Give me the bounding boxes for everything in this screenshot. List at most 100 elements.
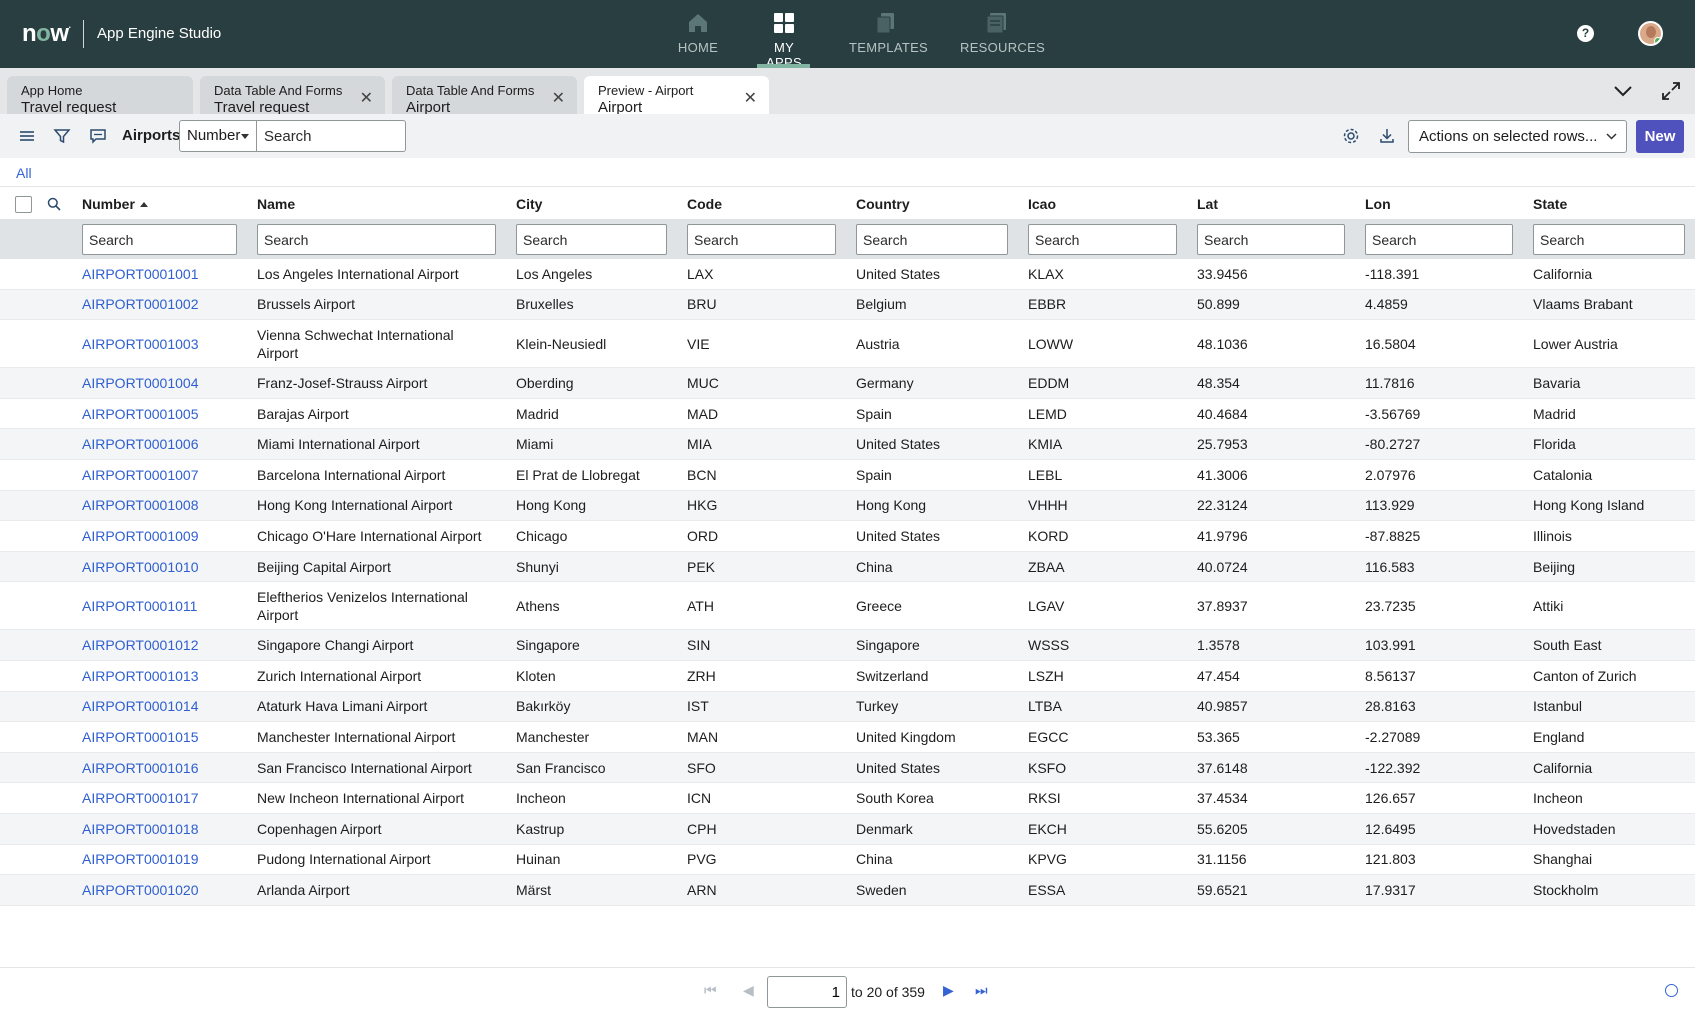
cell-state: Istanbul — [1533, 698, 1583, 715]
table-row[interactable]: AIRPORT0001012 Singapore Changi Airport Si… — [0, 630, 1695, 661]
record-link[interactable]: AIRPORT0001020 — [82, 875, 242, 905]
record-link[interactable]: AIRPORT0001004 — [82, 368, 242, 398]
column-header-state[interactable]: State — [1533, 196, 1567, 212]
table-header: Number Name City Code Country Icao Lat L… — [0, 186, 1695, 219]
download-icon[interactable] — [1377, 126, 1397, 146]
record-link[interactable]: AIRPORT0001005 — [82, 399, 242, 429]
table-row[interactable]: AIRPORT0001006 Miami International Airpor… — [0, 429, 1695, 460]
record-link[interactable]: AIRPORT0001013 — [82, 661, 242, 691]
table-row[interactable]: AIRPORT0001017 New Incheon International … — [0, 783, 1695, 814]
close-icon[interactable]: ✕ — [360, 88, 373, 108]
hamburger-menu-icon[interactable] — [17, 126, 37, 146]
list-search-input[interactable] — [257, 120, 406, 152]
table-row[interactable]: AIRPORT0001004 Franz-Josef-Strauss Airpor… — [0, 368, 1695, 399]
number-filter-input[interactable] — [82, 224, 237, 255]
table-row[interactable]: AIRPORT0001013 Zurich International Airpo… — [0, 661, 1695, 692]
tab-preview-airport[interactable]: Preview - Airport Airport ✕ — [584, 76, 769, 116]
nav-home[interactable]: HOME — [677, 12, 719, 55]
record-link[interactable]: AIRPORT0001011 — [82, 582, 242, 629]
table-row[interactable]: AIRPORT0001008 Hong Kong International Ai… — [0, 490, 1695, 522]
column-header-code[interactable]: Code — [687, 196, 722, 212]
table-row[interactable]: AIRPORT0001002 Brussels Airport Bruxelles B… — [0, 289, 1695, 321]
record-link[interactable]: AIRPORT0001018 — [82, 814, 242, 844]
nav-my-apps[interactable]: MY APPS — [756, 12, 812, 70]
table-row[interactable]: AIRPORT0001015 Manchester International A… — [0, 722, 1695, 753]
record-link[interactable]: AIRPORT0001015 — [82, 722, 242, 752]
breadcrumb[interactable]: All — [16, 165, 32, 181]
select-all-checkbox[interactable] — [15, 196, 32, 213]
column-header-icao[interactable]: Icao — [1028, 196, 1056, 212]
lon-filter-input[interactable] — [1365, 224, 1513, 255]
cell-code: PEK — [687, 558, 716, 575]
close-icon[interactable]: ✕ — [552, 88, 565, 108]
cell-city: Singapore — [516, 637, 580, 654]
cell-country: Denmark — [856, 820, 913, 837]
record-link[interactable]: AIRPORT0001009 — [82, 521, 242, 551]
record-link[interactable]: AIRPORT0001008 — [82, 491, 242, 521]
page-number-input[interactable] — [767, 976, 847, 1008]
table-row[interactable]: AIRPORT0001003 Vienna Schwechat Internati… — [0, 320, 1695, 369]
record-link[interactable]: AIRPORT0001006 — [82, 429, 242, 459]
record-link[interactable]: AIRPORT0001014 — [82, 692, 242, 722]
tab-data-table-airport[interactable]: Data Table And Forms Airport ✕ — [392, 76, 577, 116]
table-row[interactable]: AIRPORT0001005 Barajas Airport Madrid MAD Sp… — [0, 399, 1695, 430]
servicenow-logo[interactable]: now. — [22, 20, 71, 48]
record-link[interactable]: AIRPORT0001019 — [82, 845, 242, 875]
help-icon[interactable]: ? — [1577, 25, 1594, 42]
record-link[interactable]: AIRPORT0001007 — [82, 460, 242, 490]
search-icon[interactable] — [47, 197, 61, 211]
gear-icon[interactable] — [1341, 126, 1361, 146]
table-row[interactable]: AIRPORT0001014 Ataturk Hava Limani Airpor… — [0, 691, 1695, 723]
tab-data-table-travel-request[interactable]: Data Table And Forms Travel request ✕ — [200, 76, 385, 116]
country-filter-input[interactable] — [856, 224, 1008, 255]
last-page-icon[interactable]: ⏭ — [975, 982, 988, 999]
column-header-lon[interactable]: Lon — [1365, 196, 1391, 212]
record-link[interactable]: AIRPORT0001017 — [82, 783, 242, 813]
clock-icon[interactable] — [1665, 984, 1678, 997]
cell-state: Beijing — [1533, 558, 1576, 575]
column-header-number[interactable]: Number — [82, 196, 148, 212]
table-row[interactable]: AIRPORT0001011 Eleftherios Venizelos Inte… — [0, 582, 1695, 631]
nav-resources[interactable]: RESOURCES — [960, 12, 1045, 55]
table-row[interactable]: AIRPORT0001001 Los Angeles International … — [0, 259, 1695, 290]
new-button[interactable]: New — [1636, 120, 1684, 153]
column-header-lat[interactable]: Lat — [1197, 196, 1218, 212]
name-filter-input[interactable] — [257, 224, 496, 255]
previous-page-icon[interactable]: ◀ — [743, 982, 754, 999]
city-filter-input[interactable] — [516, 224, 667, 255]
table-row[interactable]: AIRPORT0001018 Copenhagen Airport Kastrup C… — [0, 813, 1695, 845]
column-header-name[interactable]: Name — [257, 196, 295, 212]
chat-icon[interactable] — [88, 126, 108, 146]
cell-city: Madrid — [516, 405, 559, 422]
next-page-icon[interactable]: ▶ — [943, 982, 954, 999]
tab-app-home[interactable]: App Home Travel request — [7, 76, 193, 116]
table-row[interactable]: AIRPORT0001010 Beijing Capital Airport Shu… — [0, 551, 1695, 583]
record-link[interactable]: AIRPORT0001003 — [82, 320, 242, 367]
expand-icon[interactable] — [1661, 81, 1681, 101]
user-avatar[interactable] — [1638, 21, 1663, 46]
search-field-select[interactable]: Number — [179, 120, 257, 152]
lat-filter-input[interactable] — [1197, 224, 1345, 255]
icao-filter-input[interactable] — [1028, 224, 1177, 255]
table-row[interactable]: AIRPORT0001009 Chicago O'Hare Internation… — [0, 521, 1695, 552]
first-page-icon[interactable]: ⏮ — [704, 982, 717, 999]
table-row[interactable]: AIRPORT0001020 Arlanda Airport Märst ARN Swe… — [0, 875, 1695, 906]
nav-templates[interactable]: TEMPLATES — [849, 12, 928, 55]
table-row[interactable]: AIRPORT0001016 San Francisco Internationa… — [0, 752, 1695, 784]
column-header-city[interactable]: City — [516, 196, 542, 212]
chevron-down-icon[interactable] — [1613, 85, 1633, 97]
record-link[interactable]: AIRPORT0001010 — [82, 552, 242, 582]
code-filter-input[interactable] — [687, 224, 836, 255]
filter-icon[interactable] — [52, 126, 72, 146]
record-link[interactable]: AIRPORT0001012 — [82, 630, 242, 660]
table-row[interactable]: AIRPORT0001007 Barcelona International Ai… — [0, 460, 1695, 491]
table-row[interactable]: AIRPORT0001019 Pudong International Airpo… — [0, 845, 1695, 876]
state-filter-input[interactable] — [1533, 224, 1685, 255]
record-link[interactable]: AIRPORT0001016 — [82, 753, 242, 783]
cell-country: United Kingdom — [856, 728, 956, 745]
record-link[interactable]: AIRPORT0001001 — [82, 259, 242, 289]
record-link[interactable]: AIRPORT0001002 — [82, 290, 242, 320]
actions-on-selected-rows-select[interactable]: Actions on selected rows... — [1408, 120, 1627, 153]
column-header-country[interactable]: Country — [856, 196, 910, 212]
close-icon[interactable]: ✕ — [744, 88, 757, 108]
